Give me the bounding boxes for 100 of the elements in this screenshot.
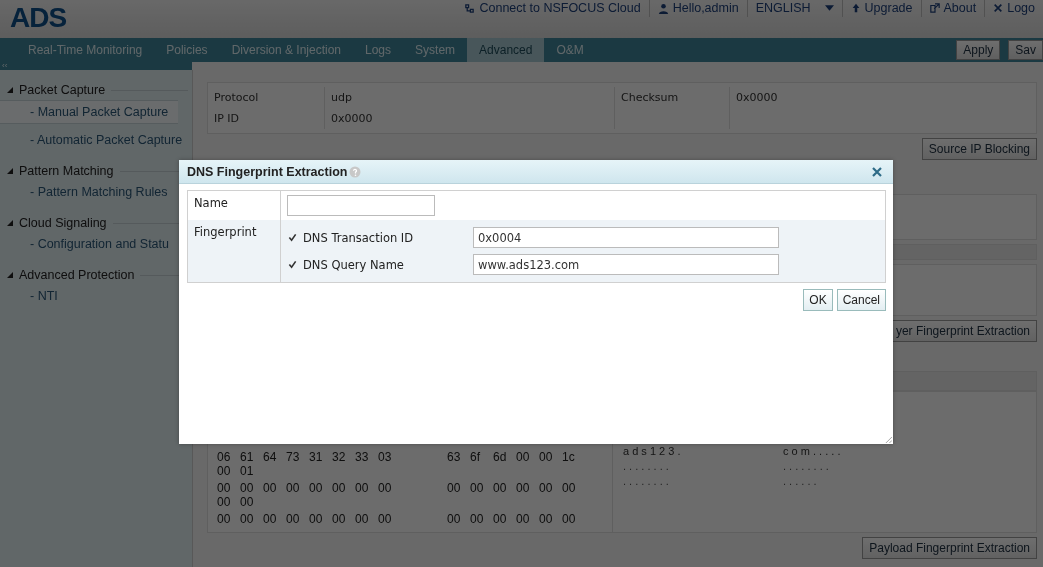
nav-tab[interactable]: Logs	[353, 38, 404, 62]
hex-byte: 00	[539, 450, 554, 464]
header-link[interactable]: About	[920, 0, 985, 17]
hex-byte: 00	[240, 481, 255, 495]
hex-byte: 00	[493, 512, 508, 526]
hex-byte: 01	[240, 464, 255, 478]
table-cell: 0x0000	[325, 108, 615, 129]
upgrade-icon	[850, 3, 861, 13]
nav-tab[interactable]: Diversion & Injection	[219, 38, 353, 62]
user-icon	[657, 2, 669, 14]
nav-tab[interactable]: Real-Time Monitoring	[16, 38, 155, 62]
header-link[interactable]: Upgrade	[841, 0, 921, 17]
hex-byte: 6d	[493, 450, 508, 464]
hex-byte: 00	[539, 481, 554, 495]
ascii-text: . . . . . . . .	[623, 460, 670, 474]
header-link[interactable]: Hello,admin	[648, 0, 747, 17]
checkbox-label: DNS Transaction ID	[303, 230, 415, 245]
checkbox-label: DNS Query Name	[303, 257, 405, 272]
hex-byte: 00	[217, 481, 232, 495]
hex-byte: 00	[516, 450, 531, 464]
hex-byte: 00	[378, 481, 393, 495]
table-cell: udp	[325, 87, 615, 108]
dialog-button[interactable]: Cancel	[836, 289, 886, 311]
table-cell: Protocol	[208, 87, 325, 108]
hex-byte: 00	[217, 464, 232, 478]
hex-byte: 00	[470, 512, 485, 526]
collapse-toggle[interactable]: ‹‹	[0, 62, 192, 70]
nav-tab[interactable]: O&M	[544, 38, 596, 62]
sidebar-group[interactable]: Pattern Matching	[19, 164, 114, 178]
hex-byte: 00	[286, 481, 301, 495]
sidebar-item[interactable]: - Manual Packet Capture	[0, 100, 178, 124]
field-label: Fingerprint	[188, 220, 281, 282]
sidebar-item[interactable]: - Automatic Packet Capture	[0, 129, 192, 151]
hex-byte: 00	[470, 481, 485, 495]
checkbox[interactable]	[287, 259, 298, 270]
toolbar-button[interactable]: Apply	[956, 40, 1001, 60]
header-link[interactable]: Logo	[984, 0, 1043, 17]
hex-byte: 61	[240, 450, 255, 464]
external-link-icon	[929, 3, 940, 13]
toolbar-button[interactable]: Sav	[1008, 40, 1043, 60]
header-link[interactable]: Connect to NSFOCUS Cloud	[456, 0, 649, 17]
source-ip-blocking-button[interactable]: Source IP Blocking	[921, 138, 1037, 160]
hex-byte: 06	[217, 450, 232, 464]
hex-byte: 00	[263, 481, 278, 495]
network-icon	[464, 2, 476, 14]
hex-byte: 00	[240, 512, 255, 526]
hex-byte: 03	[378, 450, 393, 464]
hex-byte: 00	[562, 481, 577, 495]
table-cell-text: 0x0000	[735, 90, 779, 106]
hex-byte: 00	[217, 495, 232, 509]
hex-byte: 64	[263, 450, 278, 464]
hex-byte: 1c	[562, 450, 576, 464]
hex-byte: 00	[263, 512, 278, 526]
hex-byte: 32	[332, 450, 347, 464]
hex-byte: 00	[286, 512, 301, 526]
table-cell: IP ID	[208, 108, 325, 129]
name-field[interactable]	[287, 195, 435, 216]
input-field[interactable]: 0x0004	[473, 227, 779, 248]
expanded-icon[interactable]	[7, 272, 13, 278]
sidebar-group[interactable]: Cloud Signaling	[19, 216, 107, 230]
sidebar-group[interactable]: Advanced Protection	[19, 268, 135, 282]
hex-byte: 73	[286, 450, 301, 464]
expanded-icon[interactable]	[7, 220, 13, 226]
nav-tab[interactable]: Policies	[154, 38, 220, 62]
logo: ADS	[9, 1, 67, 34]
hex-byte: 00	[355, 512, 370, 526]
hex-byte: 33	[355, 450, 370, 464]
close-icon	[993, 3, 1004, 13]
ascii-text: c o m . . . . .	[783, 445, 842, 459]
resize-grip-icon[interactable]	[885, 436, 892, 443]
language-dropdown[interactable]: ENGLISH	[746, 0, 842, 17]
hex-byte: 00	[332, 512, 347, 526]
nav-tab[interactable]: Advanced	[467, 38, 545, 62]
dialog-button[interactable]: OK	[803, 289, 833, 311]
hex-byte: 00	[332, 481, 347, 495]
hex-byte: 00	[378, 512, 393, 526]
dialog-title: DNS Fingerprint Extraction	[187, 164, 348, 179]
hex-byte: 00	[516, 481, 531, 495]
hex-byte: 00	[516, 512, 531, 526]
expanded-icon[interactable]	[7, 168, 13, 174]
hex-byte: 00	[240, 495, 255, 509]
payload-fingerprint-button[interactable]: Payload Fingerprint Extraction	[862, 537, 1037, 559]
checkbox[interactable]	[287, 232, 298, 243]
nav-tab[interactable]: System	[403, 38, 468, 62]
hex-byte: 00	[447, 481, 462, 495]
hex-byte: 31	[309, 450, 324, 464]
hex-byte: 00	[217, 512, 232, 526]
hex-byte: 00	[355, 481, 370, 495]
hex-byte: 00	[447, 512, 462, 526]
ascii-text: . . . . . . . .	[783, 460, 830, 474]
input-field[interactable]: www.ads123.com	[473, 254, 779, 275]
sidebar-group[interactable]: Packet Capture	[19, 83, 106, 97]
hex-byte: 00	[562, 512, 577, 526]
hex-byte: 00	[493, 481, 508, 495]
hex-byte: 6f	[470, 450, 481, 464]
hex-byte: 00	[309, 512, 324, 526]
close-icon[interactable]	[872, 166, 882, 177]
ascii-text: . . . . . .	[783, 475, 818, 489]
expanded-icon[interactable]	[7, 87, 13, 93]
hex-byte: 63	[447, 450, 462, 464]
